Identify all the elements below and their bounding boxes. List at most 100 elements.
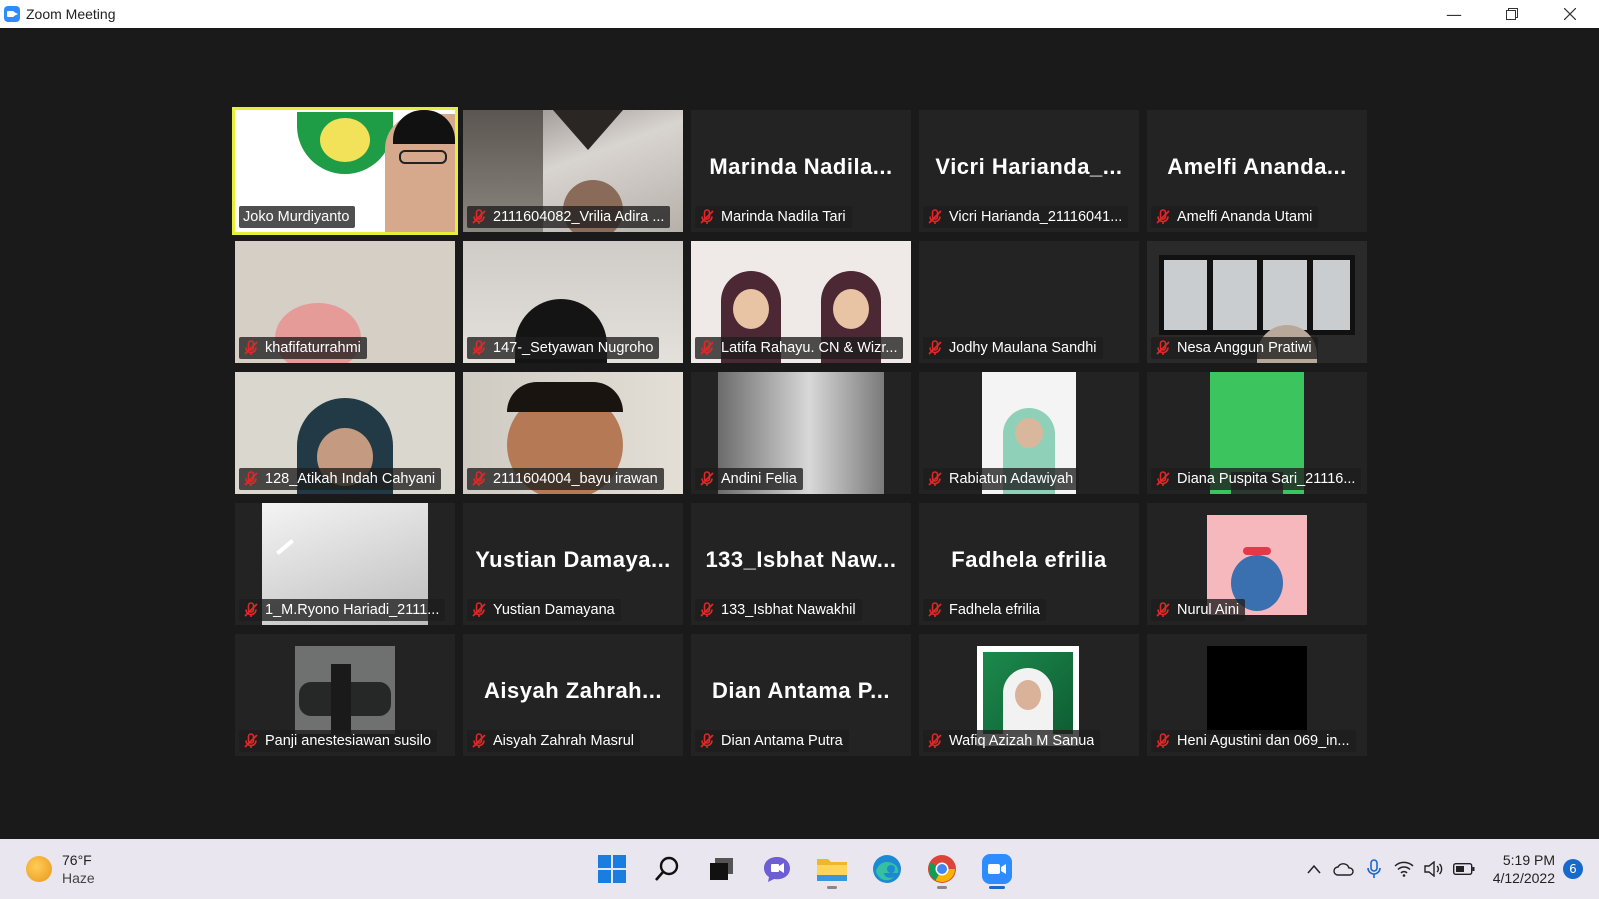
participant-tile[interactable]: Wafiq Azizah M Sanua (919, 634, 1139, 756)
participant-name: 2111604082_Vrilia Adira ... (493, 209, 665, 225)
participant-tile[interactable]: Yustian Damaya... Yustian Damayana (463, 503, 683, 625)
volume-icon[interactable] (1419, 854, 1449, 884)
muted-microphone-icon (243, 733, 259, 749)
start-button[interactable] (590, 849, 634, 889)
microphone-icon[interactable] (1359, 854, 1389, 884)
onedrive-cloud-icon[interactable] (1329, 854, 1359, 884)
muted-microphone-icon (927, 602, 943, 618)
teams-chat-icon (764, 857, 790, 882)
muted-microphone-icon (927, 471, 943, 487)
participant-name-tag: 133_Isbhat Nawakhil (695, 599, 862, 621)
muted-microphone-icon (1155, 340, 1171, 356)
battery-icon[interactable] (1449, 854, 1479, 884)
close-icon (1564, 8, 1576, 20)
participant-tile[interactable]: 128_Atikah Indah Cahyani (235, 372, 455, 494)
participant-name-tag: Latifa Rahayu. CN & Wizr... (695, 337, 904, 359)
participant-tile[interactable]: Latifa Rahayu. CN & Wizr... (691, 241, 911, 363)
muted-microphone-icon (471, 340, 487, 356)
participant-name-tag: Nurul Aini (1151, 599, 1246, 621)
muted-microphone-icon (699, 471, 715, 487)
participant-tile[interactable]: 1_M.Ryono Hariadi_2111... (235, 503, 455, 625)
edge-button[interactable] (865, 849, 909, 889)
participant-display-name: Amelfi Ananda... (1167, 154, 1347, 179)
notification-badge[interactable]: 6 (1563, 859, 1583, 879)
participant-name: Andini Felia (721, 471, 797, 487)
participant-name: Latifa Rahayu. CN & Wizr... (721, 340, 898, 356)
participant-tile[interactable]: Marinda Nadila... Marinda Nadila Tari (691, 110, 911, 232)
participant-name-tag: 128_Atikah Indah Cahyani (239, 468, 442, 490)
participant-name-tag: Andini Felia (695, 468, 803, 490)
participant-tile[interactable]: Vicri Harianda_... Vicri Harianda_2111604… (919, 110, 1139, 232)
participant-name: Heni Agustini dan 069_in... (1177, 733, 1350, 749)
start-icon (598, 855, 626, 883)
system-tray: 5:19 PM 4/12/2022 6 (1299, 839, 1599, 899)
participant-name-tag: Marinda Nadila Tari (695, 206, 852, 228)
participant-tile[interactable]: Panji anestesiawan susilo (235, 634, 455, 756)
participant-name: 147-_Setyawan Nugroho (493, 340, 654, 356)
participant-tile[interactable]: 133_Isbhat Naw... 133_Isbhat Nawakhil (691, 503, 911, 625)
muted-microphone-icon (699, 602, 715, 618)
file-explorer-icon (817, 859, 847, 881)
muted-microphone-icon (699, 209, 715, 225)
participant-name-tag: 147-_Setyawan Nugroho (467, 337, 660, 359)
participant-tile[interactable]: Aisyah Zahrah... Aisyah Zahrah Masrul (463, 634, 683, 756)
participant-tile[interactable]: Diana Puspita Sari_21116... (1147, 372, 1367, 494)
restore-button[interactable] (1483, 0, 1541, 28)
clock[interactable]: 5:19 PM 4/12/2022 (1493, 851, 1555, 887)
participant-name: 2111604004_bayu irawan (493, 471, 658, 487)
participant-name-tag: Dian Antama Putra (695, 730, 849, 752)
participant-tile[interactable]: khafifaturrahmi (235, 241, 455, 363)
participant-name-tag: Jodhy Maulana Sandhi (923, 337, 1103, 359)
zoom-taskbar-button[interactable] (975, 849, 1019, 889)
participant-tile[interactable]: 147-_Setyawan Nugroho (463, 241, 683, 363)
muted-microphone-icon (927, 340, 943, 356)
muted-microphone-icon (243, 602, 259, 618)
participant-name-tag: Aisyah Zahrah Masrul (467, 730, 641, 752)
participant-tile[interactable]: Heni Agustini dan 069_in... (1147, 634, 1367, 756)
zoom-icon (982, 854, 1012, 884)
title-bar: Zoom Meeting — (0, 0, 1599, 28)
wifi-icon[interactable] (1389, 854, 1419, 884)
participant-tile[interactable]: Amelfi Ananda... Amelfi Ananda Utami (1147, 110, 1367, 232)
participant-tile[interactable]: Nurul Aini (1147, 503, 1367, 625)
participant-name-tag: Heni Agustini dan 069_in... (1151, 730, 1356, 752)
participant-tile[interactable]: 2111604082_Vrilia Adira ... (463, 110, 683, 232)
chevron-up-icon[interactable] (1299, 854, 1329, 884)
participant-tile[interactable]: Jodhy Maulana Sandhi (919, 241, 1139, 363)
muted-microphone-icon (1155, 209, 1171, 225)
participant-tile[interactable]: Dian Antama P... Dian Antama Putra (691, 634, 911, 756)
participant-name: khafifaturrahmi (265, 340, 361, 356)
muted-microphone-icon (471, 733, 487, 749)
participant-tile[interactable]: Fadhela efrilia Fadhela efrilia (919, 503, 1139, 625)
participant-name-tag: 2111604082_Vrilia Adira ... (467, 206, 671, 228)
search-button[interactable] (645, 849, 689, 889)
participant-tile[interactable]: 2111604004_bayu irawan (463, 372, 683, 494)
teams-chat-button[interactable] (755, 849, 799, 889)
participant-name-tag: Yustian Damayana (467, 599, 621, 621)
participant-name: Amelfi Ananda Utami (1177, 209, 1313, 225)
task-view-button[interactable] (700, 849, 744, 889)
muted-microphone-icon (927, 209, 943, 225)
participant-display-name: Aisyah Zahrah... (484, 678, 662, 703)
file-explorer-button[interactable] (810, 849, 854, 889)
search-icon (655, 856, 679, 881)
participant-tile[interactable]: Nesa Anggun Pratiwi (1147, 241, 1367, 363)
weather-widget[interactable]: 76°F Haze (26, 851, 95, 887)
participant-tile[interactable]: Rabiatun Adawiyah (919, 372, 1139, 494)
close-button[interactable] (1541, 0, 1599, 28)
muted-microphone-icon (471, 209, 487, 225)
participant-display-name: 133_Isbhat Naw... (705, 547, 897, 572)
minimize-button[interactable]: — (1425, 0, 1483, 28)
participant-tile[interactable]: Andini Felia (691, 372, 911, 494)
participant-tile[interactable]: Joko Murdiyanto (232, 107, 458, 235)
participant-name: Yustian Damayana (493, 602, 615, 618)
window-controls: — (1425, 0, 1599, 28)
chrome-button[interactable] (920, 849, 964, 889)
participant-name: Joko Murdiyanto (243, 209, 350, 225)
weather-desc: Haze (62, 870, 95, 886)
participant-display-name: Dian Antama P... (712, 678, 890, 703)
muted-microphone-icon (1155, 602, 1171, 618)
participant-name: Dian Antama Putra (721, 733, 843, 749)
participant-name: Marinda Nadila Tari (721, 209, 846, 225)
participant-name-tag: 1_M.Ryono Hariadi_2111... (239, 599, 446, 621)
